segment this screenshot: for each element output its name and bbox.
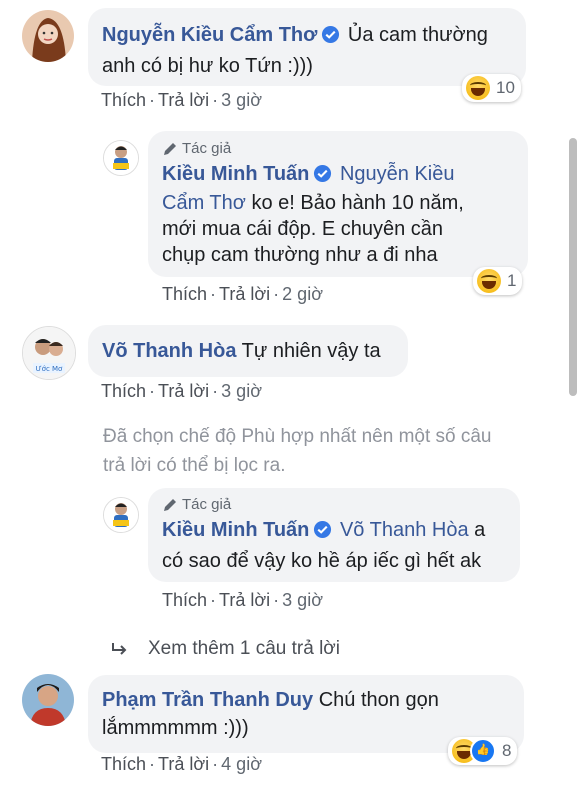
comment-actions: Thích · Trả lời · 3 giờ xyxy=(101,381,262,402)
reply-actions: Thích · Trả lời · 2 giờ xyxy=(162,284,323,305)
reply-link[interactable]: Trả lời xyxy=(219,590,270,610)
more-replies-label[interactable]: Xem thêm 1 câu trả lời xyxy=(148,638,340,660)
reply-text: có sao để vậy ko hề áp iếc gì hết ak xyxy=(162,550,482,572)
reply-actions: Thích · Trả lời · 3 giờ xyxy=(162,590,323,611)
comment-actions: Thích · Trả lời · 3 giờ xyxy=(101,90,262,111)
author-tag: Tác giả xyxy=(162,137,514,161)
reply-link[interactable]: Trả lời xyxy=(158,381,209,401)
haha-reaction-icon xyxy=(477,269,501,293)
filter-notice-line: trả lời có thể bị lọc ra. xyxy=(103,455,286,476)
mention-tag[interactable]: Nguyễn Kiều xyxy=(340,163,455,185)
scrollbar[interactable] xyxy=(569,138,577,396)
reply-author[interactable]: Kiều Minh Tuấn xyxy=(162,163,309,185)
like-link[interactable]: Thích xyxy=(101,381,146,401)
comment-text: Chú thon gọn xyxy=(318,689,439,711)
filter-notice: Đã chọn chế độ Phù hợp nhất nên một số c… xyxy=(103,422,492,480)
comment-text: anh có bị hư ko Tứn :))) xyxy=(102,55,313,77)
more-replies-link[interactable]: Xem thêm 1 câu trả lời xyxy=(110,638,340,660)
comment-text: Ủa cam thường xyxy=(347,24,488,46)
comment-text: lắmmmmmm :))) xyxy=(102,717,249,739)
reaction-count: 1 xyxy=(507,271,517,290)
haha-reaction-icon xyxy=(466,76,490,100)
separator: · xyxy=(212,754,219,774)
reaction-summary[interactable]: 10 xyxy=(462,74,521,102)
separator: · xyxy=(149,754,156,774)
avatar[interactable]: Ước Mơ xyxy=(22,326,76,380)
separator: · xyxy=(210,284,217,304)
separator: · xyxy=(149,381,156,401)
reaction-count: 8 xyxy=(502,741,512,760)
reply-text: mới mua cái độp. E chuyên cần xyxy=(162,218,444,240)
pencil-icon xyxy=(164,143,176,155)
mention-tag[interactable]: Võ Thanh Hòa xyxy=(340,519,469,541)
svg-text:Ước Mơ: Ước Mơ xyxy=(36,365,63,373)
avatar[interactable] xyxy=(103,140,139,176)
comment-author[interactable]: Nguyễn Kiều Cẩm Thơ xyxy=(102,24,317,46)
verified-badge-icon xyxy=(313,519,332,547)
reply-text: a xyxy=(474,519,486,541)
reply-text: ko e! Bảo hành 10 năm, xyxy=(245,192,464,214)
pencil-icon xyxy=(164,499,176,511)
reply-link[interactable]: Trả lời xyxy=(158,90,209,110)
comment-actions: Thích · Trả lời · 4 giờ xyxy=(101,754,262,775)
avatar[interactable] xyxy=(103,497,139,533)
verified-badge-icon xyxy=(321,24,340,52)
separator: · xyxy=(273,590,280,610)
avatar[interactable] xyxy=(22,10,74,62)
separator: · xyxy=(273,284,280,304)
separator: · xyxy=(212,381,219,401)
separator: · xyxy=(212,90,219,110)
comment-author[interactable]: Phạm Trần Thanh Duy xyxy=(102,689,313,711)
like-reaction-icon xyxy=(470,738,496,764)
reply-link[interactable]: Trả lời xyxy=(158,754,209,774)
avatar[interactable] xyxy=(22,674,74,726)
comment-author[interactable]: Võ Thanh Hòa xyxy=(102,340,236,362)
timestamp[interactable]: 3 giờ xyxy=(221,90,262,110)
timestamp[interactable]: 2 giờ xyxy=(282,284,323,304)
like-link[interactable]: Thích xyxy=(162,284,207,304)
filter-notice-line: Đã chọn chế độ Phù hợp nhất nên một số c… xyxy=(103,426,492,447)
reply-link[interactable]: Trả lời xyxy=(219,284,270,304)
separator: · xyxy=(149,90,156,110)
reply-author[interactable]: Kiều Minh Tuấn xyxy=(162,519,309,541)
comment-text: Tự nhiên vậy ta xyxy=(241,340,381,362)
reaction-count: 10 xyxy=(496,78,515,97)
separator: · xyxy=(210,590,217,610)
like-link[interactable]: Thích xyxy=(101,754,146,774)
reply-bubble: Tác giả Kiều Minh Tuấn Nguyễn Kiều Cẩm T… xyxy=(148,131,528,277)
timestamp[interactable]: 4 giờ xyxy=(221,754,262,774)
author-tag: Tác giả xyxy=(162,494,506,516)
reply-arrow-icon xyxy=(112,643,127,655)
author-label: Tác giả xyxy=(182,140,232,157)
reaction-summary[interactable]: 8 xyxy=(448,737,518,765)
reaction-summary[interactable]: 1 xyxy=(473,267,523,295)
timestamp[interactable]: 3 giờ xyxy=(221,381,262,401)
like-link[interactable]: Thích xyxy=(101,90,146,110)
comment-bubble: Nguyễn Kiều Cẩm Thơ Ủa cam thường anh có… xyxy=(88,8,526,86)
reply-text: chụp cam thường như a đi nha xyxy=(162,244,438,266)
author-label: Tác giả xyxy=(182,496,232,513)
verified-badge-icon xyxy=(313,164,332,190)
like-link[interactable]: Thích xyxy=(162,590,207,610)
reply-bubble: Tác giả Kiều Minh Tuấn Võ Thanh Hòa a có… xyxy=(148,488,520,582)
timestamp[interactable]: 3 giờ xyxy=(282,590,323,610)
mention-tag[interactable]: Cẩm Thơ xyxy=(162,192,246,214)
comment-bubble: Võ Thanh Hòa Tự nhiên vậy ta xyxy=(88,325,408,377)
